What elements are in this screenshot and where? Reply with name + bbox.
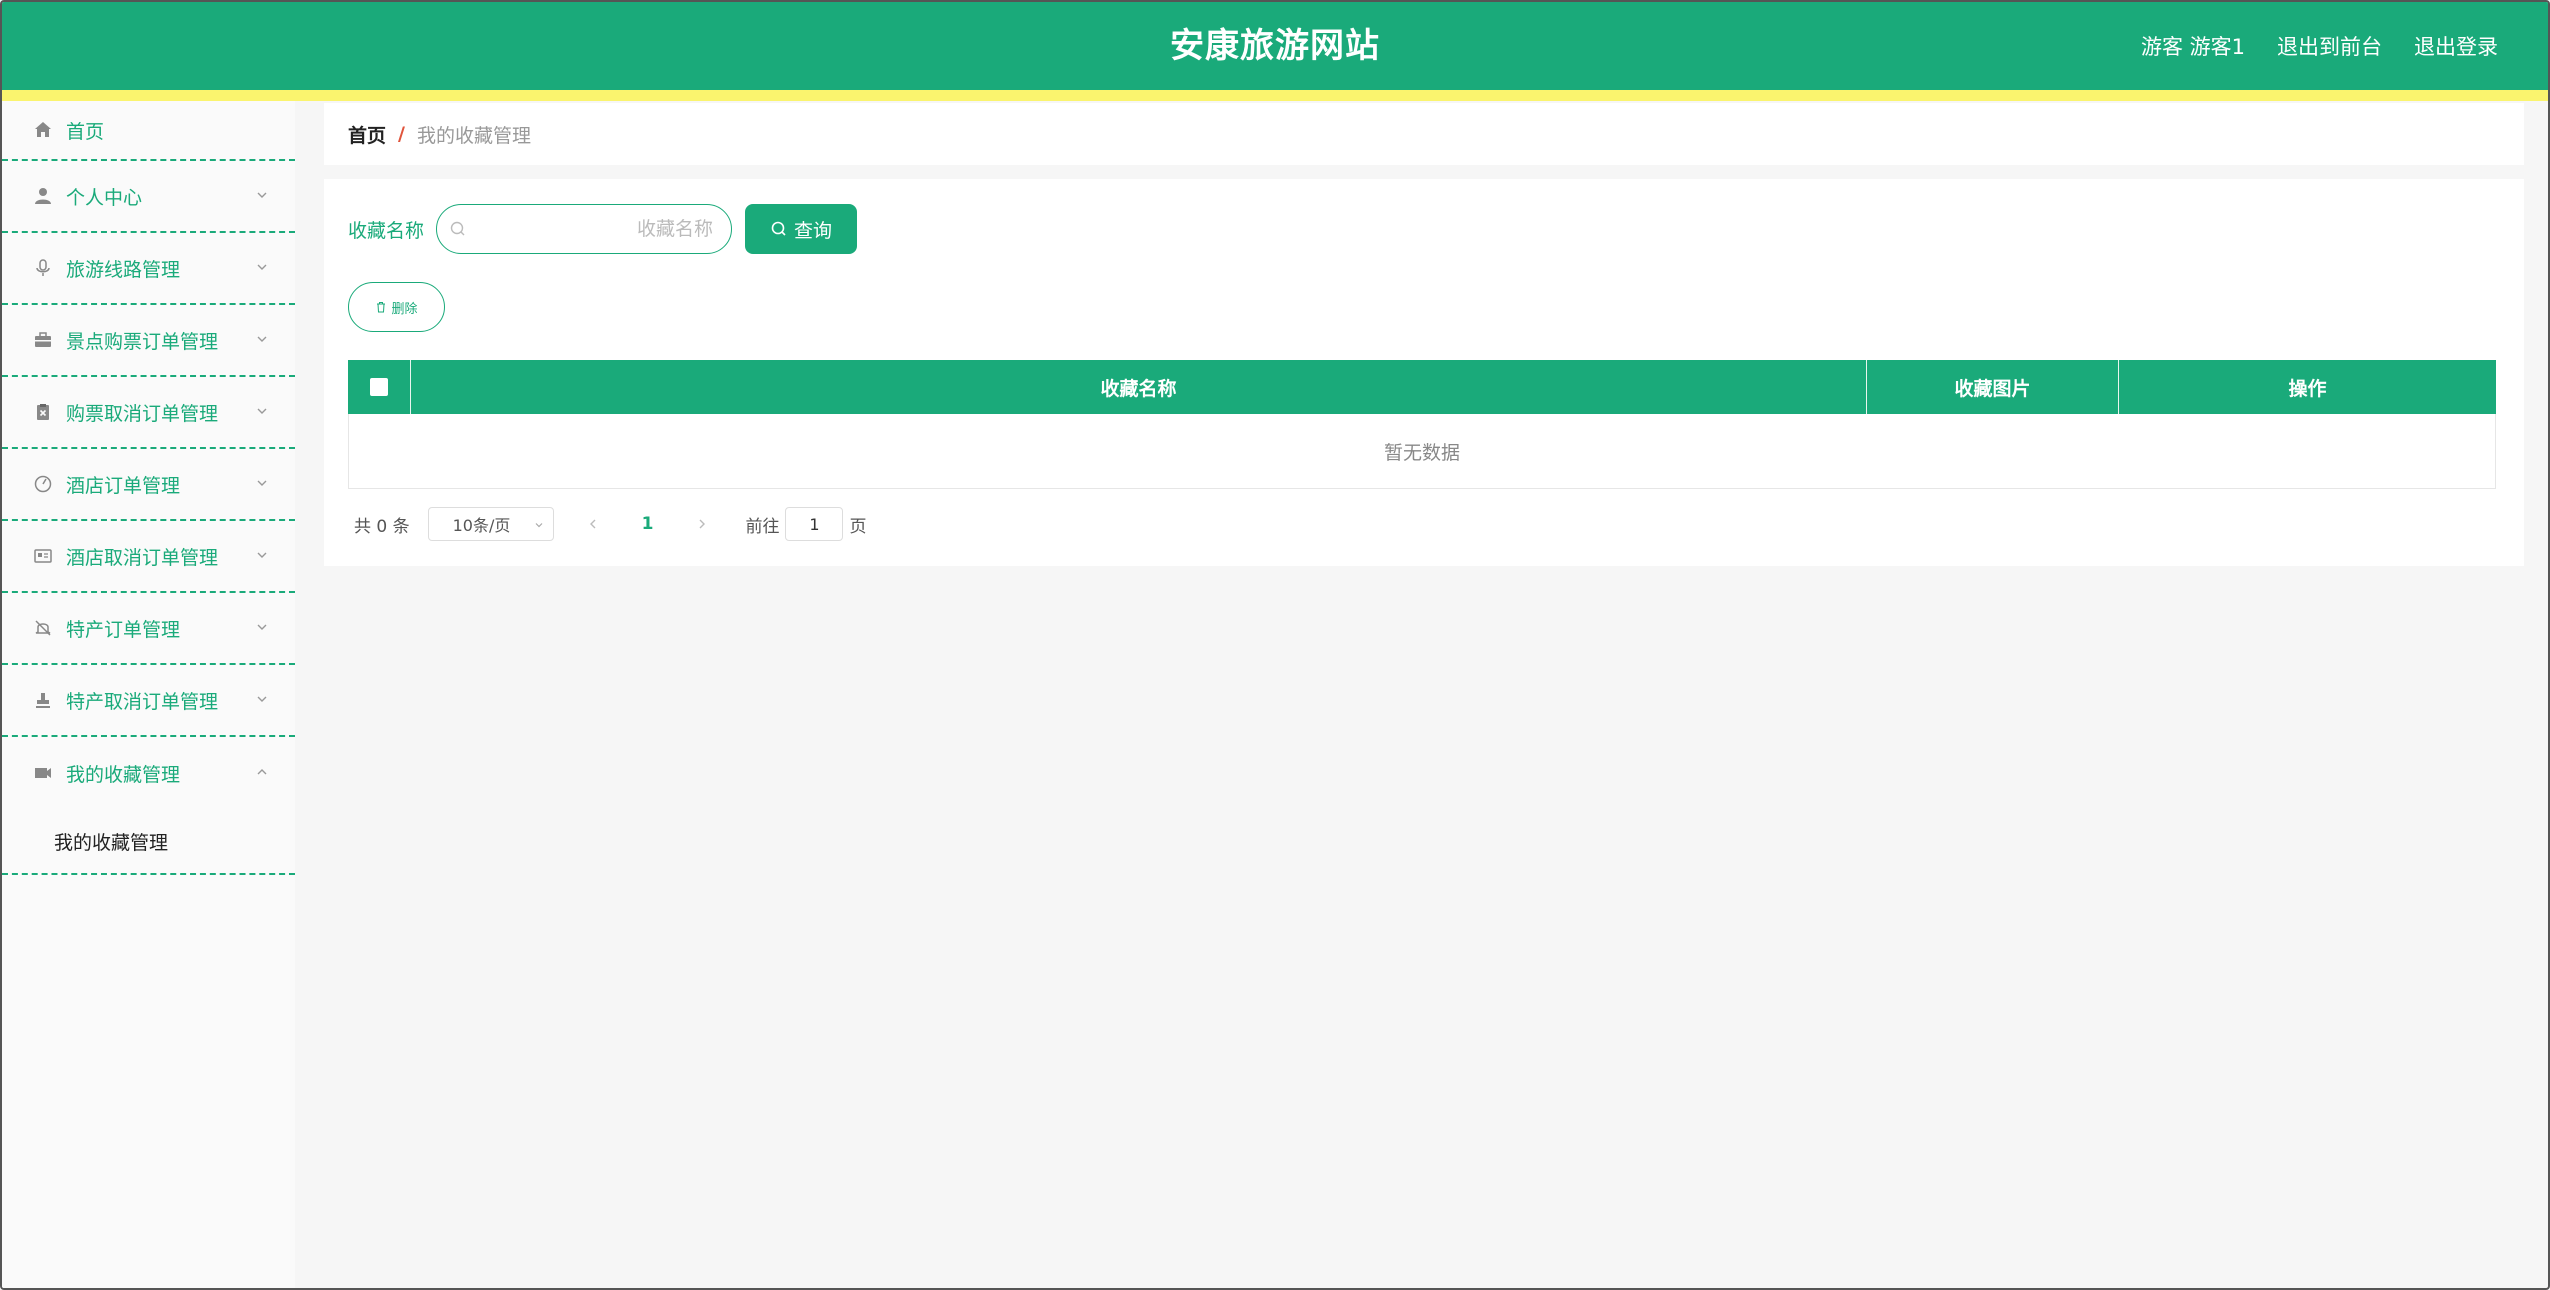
- sidebar-item-label: 酒店订单管理: [66, 474, 181, 497]
- microphone-icon: [32, 257, 54, 279]
- goto-suffix: 页: [849, 516, 867, 537]
- sidebar-item-label: 酒店取消订单管理: [66, 546, 219, 569]
- sidebar-item-my-favorites[interactable]: 我的收藏管理: [2, 737, 295, 809]
- breadcrumb-home[interactable]: 首页: [348, 121, 386, 148]
- search-form: 收藏名称 查询: [348, 204, 858, 254]
- next-page-icon[interactable]: [695, 517, 709, 531]
- page-size-select[interactable]: 10条/页: [427, 507, 554, 541]
- chevron-down-icon: [257, 264, 267, 270]
- favorites-table: 收藏名称 收藏图片 操作 暂无数据: [348, 360, 2496, 489]
- sidebar-item-ticket-orders[interactable]: 景点购票订单管理: [2, 305, 295, 377]
- chevron-up-icon: [257, 769, 267, 775]
- page-size-value: 10条/页: [452, 516, 511, 535]
- table-header: 收藏名称 收藏图片 操作: [348, 360, 2496, 414]
- breadcrumb: 首页 / 我的收藏管理: [324, 103, 2524, 165]
- sidebar-item-travel-routes[interactable]: 旅游线路管理: [2, 233, 295, 305]
- column-header-image: 收藏图片: [1867, 360, 2119, 414]
- query-button-label: 查询: [794, 219, 833, 242]
- sidebar-item-home[interactable]: 首页: [2, 101, 295, 161]
- prev-page-icon[interactable]: [586, 517, 600, 531]
- query-button[interactable]: 查询: [745, 204, 858, 254]
- sidebar-item-label: 首页: [66, 120, 105, 143]
- header-accent-stripe: [2, 90, 2548, 101]
- sidebar-item-label: 特产取消订单管理: [66, 690, 219, 713]
- table-empty-state: 暂无数据: [348, 414, 2496, 489]
- top-header: 安康旅游网站 游客 游客1 退出到前台 退出登录: [2, 2, 2548, 90]
- content-panel: 收藏名称 查询 删除 收藏名称 收藏图片 操作 暂无数据: [324, 179, 2524, 566]
- clipboard-x-icon: [32, 401, 54, 423]
- sidebar-item-label: 个人中心: [66, 186, 143, 209]
- chevron-down-icon: [257, 192, 267, 198]
- chevron-down-icon: [257, 552, 267, 558]
- stamp-icon: [32, 689, 54, 711]
- breadcrumb-current: 我的收藏管理: [416, 124, 531, 147]
- search-icon: [450, 221, 465, 236]
- home-icon: [32, 119, 54, 141]
- sidebar-item-specialty-cancel-orders[interactable]: 特产取消订单管理: [2, 665, 295, 737]
- search-field: [436, 204, 733, 254]
- gauge-icon: [32, 473, 54, 495]
- sidebar-item-label: 旅游线路管理: [66, 258, 181, 281]
- select-all-checkbox[interactable]: [370, 378, 388, 396]
- sidebar-item-personal-center[interactable]: 个人中心: [2, 161, 295, 233]
- chevron-down-icon: [257, 624, 267, 630]
- page-number-current[interactable]: 1: [642, 514, 654, 534]
- search-input[interactable]: [473, 205, 714, 253]
- goto-label: 前往: [745, 516, 780, 537]
- delete-button[interactable]: 删除: [348, 282, 445, 332]
- bell-off-icon: [32, 617, 54, 639]
- goto-page-input[interactable]: [785, 507, 844, 541]
- sidebar-item-label: 景点购票订单管理: [66, 330, 219, 353]
- search-label: 收藏名称: [348, 219, 425, 242]
- chevron-down-icon: [257, 336, 267, 342]
- chevron-down-icon: [257, 696, 267, 702]
- sidebar-menu: 首页 个人中心 旅游线路管理 景点购票订单管理 购票取消订单管理 酒店订单管理 …: [2, 101, 295, 1288]
- exit-to-front-link[interactable]: 退出到前台: [2277, 31, 2382, 61]
- column-header-name: 收藏名称: [411, 360, 1867, 414]
- total-count: 共 0 条: [354, 516, 410, 537]
- logout-link[interactable]: 退出登录: [2414, 31, 2498, 61]
- sidebar-item-specialty-orders[interactable]: 特产订单管理: [2, 593, 295, 665]
- id-card-icon: [32, 545, 54, 567]
- sidebar-item-hotel-orders[interactable]: 酒店订单管理: [2, 449, 295, 521]
- header-checkbox-cell: [348, 360, 411, 414]
- chevron-down-icon: [535, 523, 543, 528]
- current-user-label: 游客 游客1: [2140, 35, 2245, 59]
- chevron-down-icon: [257, 408, 267, 414]
- pagination: 共 0 条 10条/页 1 前往 页: [354, 507, 866, 541]
- ticket-icon: [32, 762, 54, 784]
- user-icon: [32, 185, 54, 207]
- sidebar-item-label: 购票取消订单管理: [66, 402, 219, 425]
- trash-icon: [377, 302, 386, 313]
- app-window: 安康旅游网站 游客 游客1 退出到前台 退出登录 首页 个人中心 旅游线路管理 …: [0, 0, 2550, 1290]
- delete-button-label: 删除: [391, 301, 418, 317]
- sidebar-item-ticket-cancel-orders[interactable]: 购票取消订单管理: [2, 377, 295, 449]
- sidebar-item-hotel-cancel-orders[interactable]: 酒店取消订单管理: [2, 521, 295, 593]
- briefcase-icon: [32, 329, 54, 351]
- breadcrumb-separator: /: [398, 123, 405, 145]
- column-header-actions: 操作: [2288, 377, 2327, 400]
- sidebar-item-label: 我的收藏管理: [66, 763, 181, 786]
- sidebar-item-label: 特产订单管理: [66, 618, 181, 641]
- chevron-down-icon: [257, 480, 267, 486]
- submenu-item-my-favorites[interactable]: 我的收藏管理: [2, 809, 295, 875]
- header-user-area: 游客 游客1 退出到前台 退出登录: [2141, 2, 2498, 90]
- search-icon: [771, 221, 786, 236]
